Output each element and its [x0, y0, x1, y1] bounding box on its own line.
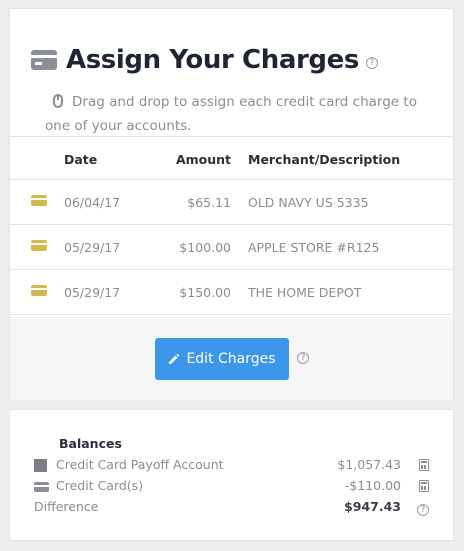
balances-panel: Balances Credit Card Payoff Account $1,0… — [9, 409, 454, 541]
table-row[interactable]: 06/04/17 $65.11 OLD NAVY US 5335 — [10, 180, 453, 225]
column-header-merchant[interactable]: Merchant/Description — [248, 152, 400, 167]
row-amount: $65.11 — [187, 195, 231, 210]
row-merchant: THE HOME DEPOT — [248, 285, 362, 300]
drag-charge-icon[interactable] — [31, 240, 47, 251]
column-header-date[interactable]: Date — [64, 152, 97, 167]
instructions-text: Drag and drop to assign each credit card… — [45, 90, 430, 138]
row-merchant: APPLE STORE #R125 — [248, 240, 380, 255]
row-date: 06/04/17 — [64, 195, 121, 210]
credit-card-icon — [31, 50, 57, 70]
row-amount: $100.00 — [179, 240, 231, 255]
row-date: 05/29/17 — [64, 240, 121, 255]
edit-charges-label: Edit Charges — [186, 351, 276, 367]
row-date: 05/29/17 — [64, 285, 121, 300]
balance-label: Difference — [34, 499, 99, 514]
mouse-icon — [53, 94, 63, 108]
calculator-icon[interactable] — [419, 480, 429, 495]
help-icon[interactable]: ? — [365, 57, 378, 69]
credit-card-icon — [34, 482, 49, 492]
table-header: Date Amount Merchant/Description — [10, 136, 453, 180]
balance-value: -$110.00 — [344, 478, 401, 493]
title-row: Assign Your Charges ? — [31, 45, 378, 75]
column-header-amount[interactable]: Amount — [176, 152, 231, 167]
actions-footer: Edit Charges ? — [10, 317, 453, 400]
table-row[interactable]: 05/29/17 $150.00 THE HOME DEPOT — [10, 270, 453, 315]
page-title: Assign Your Charges — [66, 45, 359, 75]
calculator-icon[interactable] — [419, 459, 429, 474]
charges-table: Date Amount Merchant/Description 06/04/1… — [10, 136, 453, 315]
instructions-label: Drag and drop to assign each credit card… — [45, 94, 417, 134]
row-merchant: OLD NAVY US 5335 — [248, 195, 369, 210]
balance-value: $1,057.43 — [337, 457, 401, 472]
balance-row-difference: Difference $947.43 ? — [34, 497, 429, 517]
balance-row-credit-cards: Credit Card(s) -$110.00 — [34, 476, 429, 496]
assign-charges-panel: Assign Your Charges ? Drag and drop to a… — [9, 8, 454, 400]
edit-charges-button[interactable]: Edit Charges — [155, 338, 289, 380]
balance-row-payoff: Credit Card Payoff Account $1,057.43 — [34, 455, 429, 475]
balance-label: Credit Card(s) — [56, 478, 144, 493]
balance-label: Credit Card Payoff Account — [56, 457, 224, 472]
square-icon — [34, 459, 47, 472]
balance-value: $947.43 — [344, 499, 401, 514]
pencil-icon — [169, 353, 180, 364]
help-icon[interactable]: ? — [297, 352, 309, 364]
drag-charge-icon[interactable] — [31, 285, 47, 296]
table-row[interactable]: 05/29/17 $100.00 APPLE STORE #R125 — [10, 225, 453, 270]
help-icon[interactable]: ? — [417, 500, 429, 516]
balances-title: Balances — [59, 436, 122, 451]
drag-charge-icon[interactable] — [31, 195, 47, 206]
row-amount: $150.00 — [179, 285, 231, 300]
